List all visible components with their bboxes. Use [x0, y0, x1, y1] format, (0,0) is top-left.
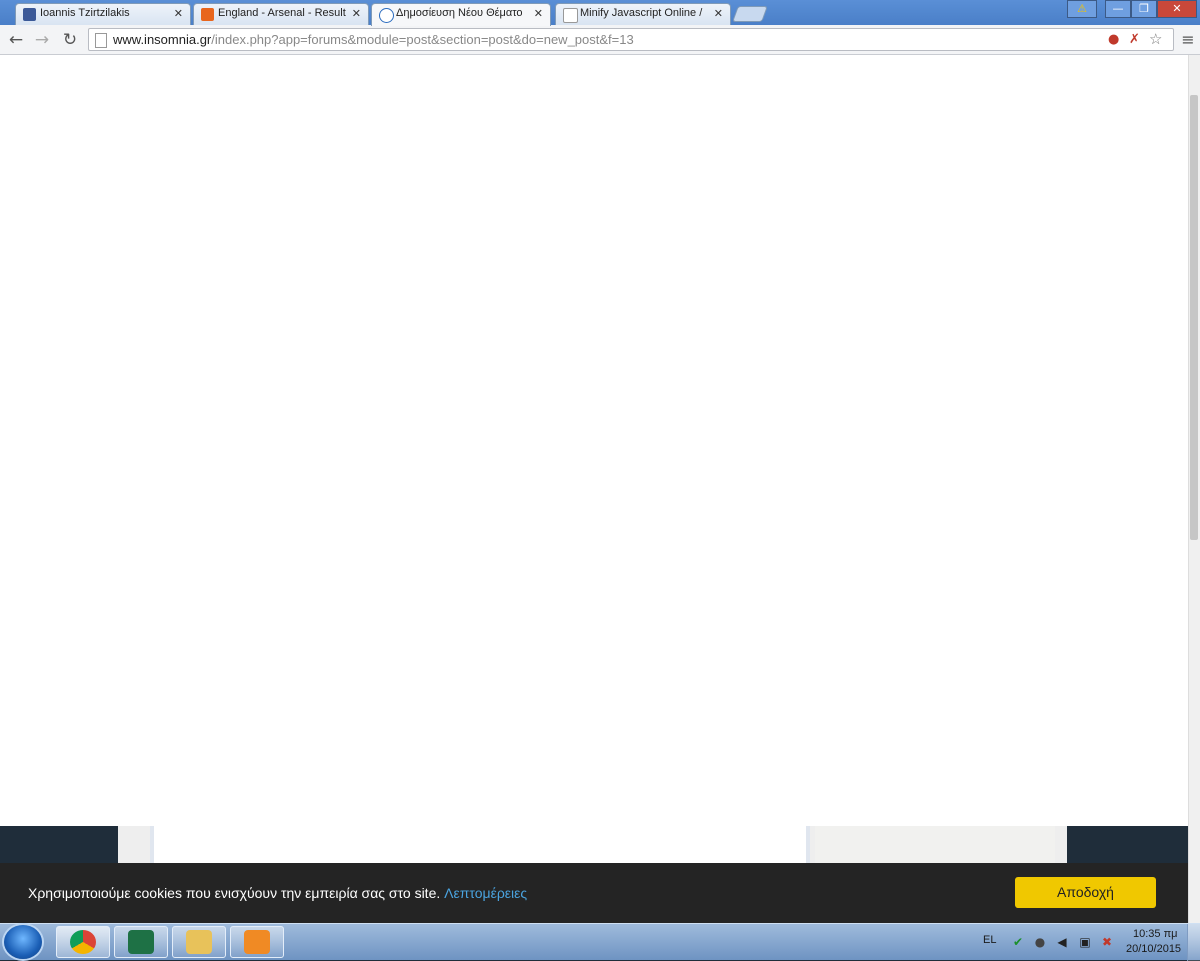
chrome-icon	[70, 930, 96, 954]
volume-icon[interactable]: ◀	[1055, 935, 1069, 949]
close-icon[interactable]: ✕	[714, 7, 723, 20]
tab-scores[interactable]: England - Arsenal - Result ✕	[193, 3, 369, 25]
reload-icon[interactable]: ↻	[59, 29, 81, 51]
minimize-button[interactable]: —	[1105, 0, 1131, 18]
cookie-details-link[interactable]: Λεπτομέρειες	[444, 885, 527, 901]
tab-title: Minify Javascript Online /	[580, 7, 703, 19]
cookie-consent-bar: Χρησιμοποιούμε cookies που ενισχύουν την…	[0, 863, 1188, 923]
media-player-icon	[244, 930, 270, 954]
page-icon	[563, 8, 578, 23]
windows-taskbar: EL ✔ ● ◀ ▣ ✖ 10:35 πμ 20/10/2015	[0, 923, 1200, 961]
scrollbar-thumb[interactable]	[1190, 95, 1198, 540]
taskbar-chrome[interactable]	[56, 926, 110, 958]
url-path: /index.php?app=forums&module=post&sectio…	[211, 32, 634, 47]
insomnia-icon	[379, 8, 394, 23]
scores-site-icon	[201, 8, 214, 21]
security-icon[interactable]: ●	[1033, 935, 1047, 949]
extension-icon[interactable]: ●	[1108, 32, 1119, 47]
clock-date[interactable]: 20/10/2015	[1126, 943, 1181, 955]
url-text: www.insomnia.gr/index.php?app=forums&mod…	[113, 32, 634, 47]
tab-facebook[interactable]: Ioannis Tzirtzilakis ✕	[15, 3, 191, 25]
page-icon	[95, 33, 107, 48]
url-host: www.insomnia.gr	[113, 32, 212, 47]
restore-button[interactable]: ❐	[1131, 0, 1157, 18]
blocked-icon[interactable]: ✗	[1129, 32, 1140, 47]
close-window-button[interactable]: ✕	[1157, 0, 1197, 18]
tab-title: Δημοσίευση Νέου Θέματο	[396, 7, 523, 19]
close-icon[interactable]: ✕	[174, 7, 183, 20]
tab-title: England - Arsenal - Result	[218, 7, 346, 19]
action-center-icon[interactable]: ✖	[1100, 935, 1114, 949]
cookie-message-text: Χρησιμοποιούμε cookies που ενισχύουν την…	[28, 885, 441, 901]
tab-title: Ioannis Tzirtzilakis	[40, 7, 130, 19]
bookmark-star-icon[interactable]: ☆	[1149, 30, 1162, 48]
sync-icon[interactable]: ✔	[1011, 935, 1025, 949]
taskbar-media-player[interactable]	[230, 926, 284, 958]
close-icon[interactable]: ✕	[352, 7, 361, 20]
taskbar-explorer[interactable]	[172, 926, 226, 958]
browser-tab-strip: Ioannis Tzirtzilakis ✕ England - Arsenal…	[0, 0, 1200, 26]
back-arrow-icon[interactable]: ←	[5, 29, 27, 51]
start-button[interactable]	[4, 925, 42, 959]
warning-icon[interactable]: ⚠	[1067, 0, 1097, 18]
page-viewport	[0, 55, 1188, 923]
excel-icon	[128, 930, 154, 954]
browser-toolbar: ← → ↻ www.insomnia.gr/index.php?app=foru…	[0, 25, 1200, 55]
address-bar[interactable]: www.insomnia.gr/index.php?app=forums&mod…	[88, 28, 1174, 51]
menu-icon[interactable]: ≡	[1177, 29, 1199, 51]
clock-time[interactable]: 10:35 πμ	[1133, 928, 1178, 940]
tab-insomnia[interactable]: Δημοσίευση Νέου Θέματο ✕	[371, 3, 551, 26]
taskbar-excel[interactable]	[114, 926, 168, 958]
cookie-message: Χρησιμοποιούμε cookies που ενισχύουν την…	[28, 885, 527, 901]
close-icon[interactable]: ✕	[534, 7, 543, 20]
network-icon[interactable]: ▣	[1078, 935, 1092, 949]
forward-arrow-icon[interactable]: →	[31, 29, 53, 51]
new-tab-button[interactable]	[732, 6, 768, 22]
folder-icon	[186, 930, 212, 954]
loading-overlay	[0, 55, 1188, 826]
tab-minify[interactable]: Minify Javascript Online / ✕	[555, 3, 731, 25]
facebook-icon	[23, 8, 36, 21]
accept-cookies-button[interactable]: Αποδοχή	[1015, 877, 1156, 908]
show-desktop-button[interactable]	[1187, 924, 1200, 961]
language-indicator[interactable]: EL	[983, 934, 996, 946]
